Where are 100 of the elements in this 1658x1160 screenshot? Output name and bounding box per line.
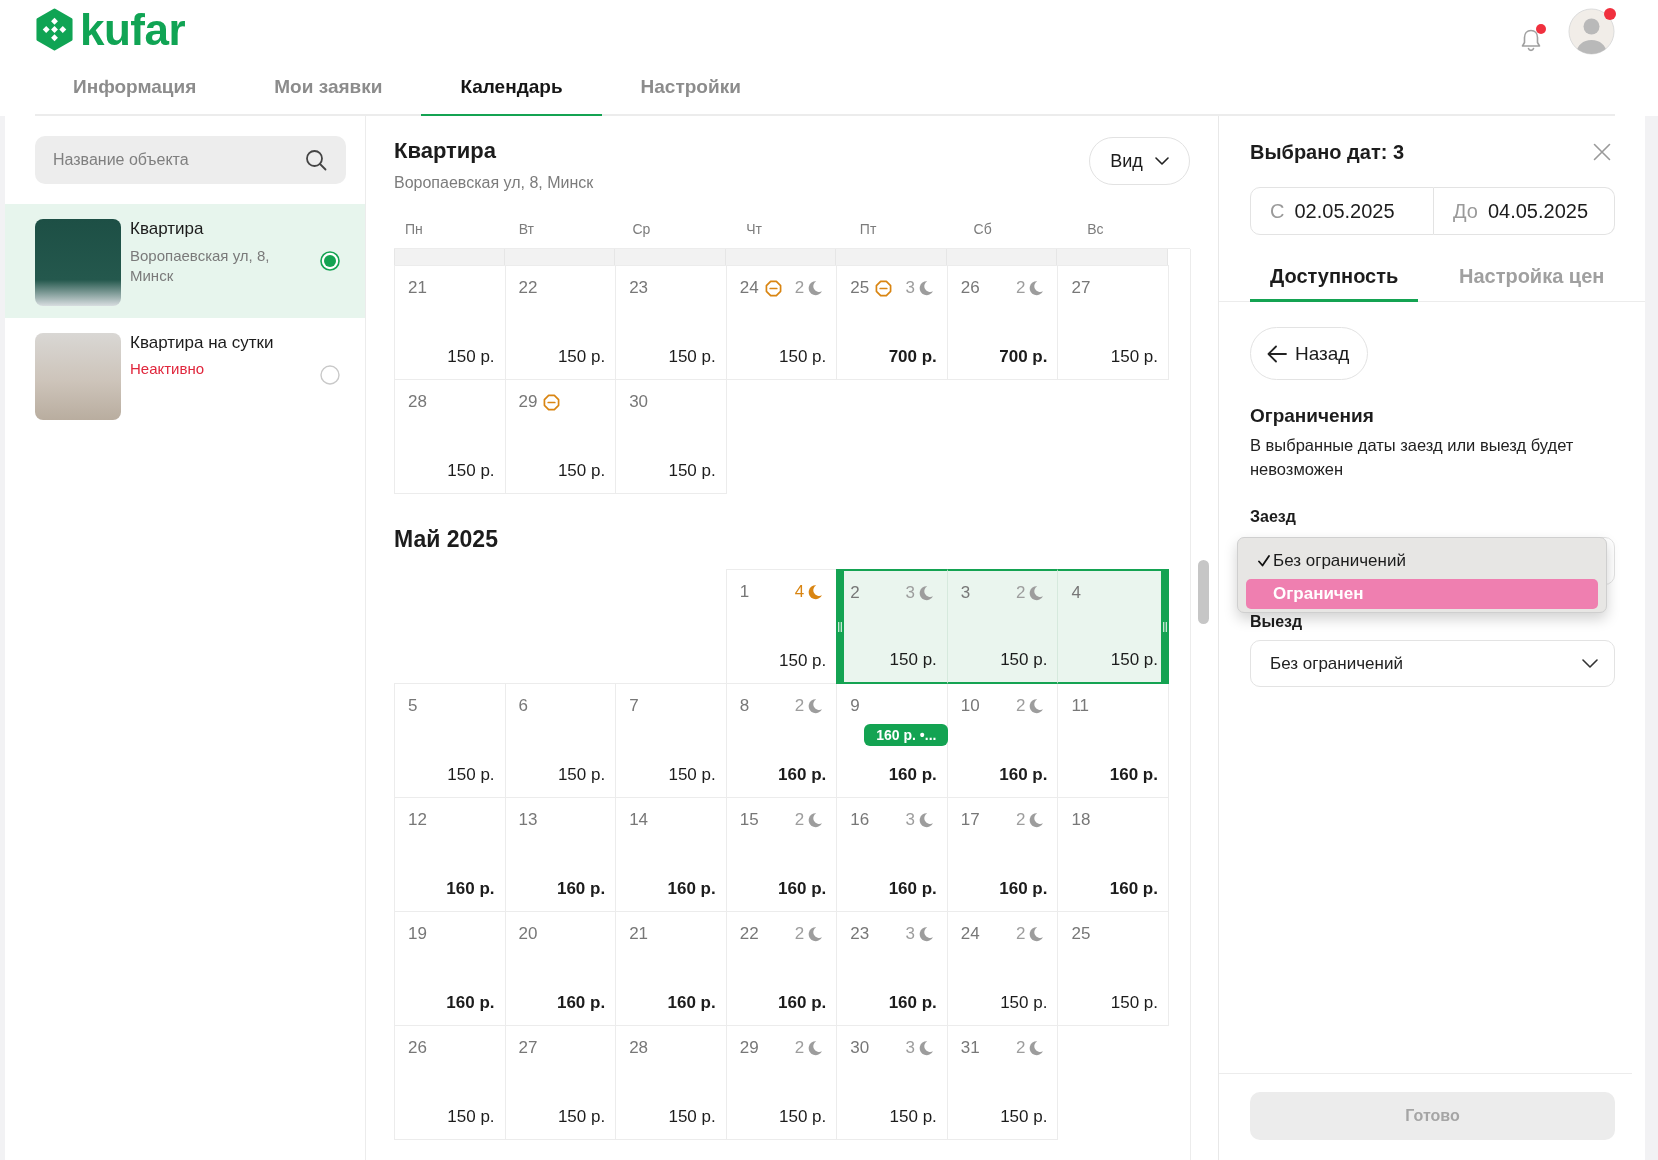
min-nights-count: 2 <box>1015 809 1026 831</box>
radio-button[interactable] <box>320 251 340 271</box>
day-number: 13 <box>518 809 538 831</box>
day-price: 150 р. <box>557 1106 606 1128</box>
min-nights-count: 2 <box>794 809 805 831</box>
min-nights-count: 3 <box>905 923 915 945</box>
profile-avatar[interactable] <box>1568 8 1615 55</box>
min-nights-count: 4 <box>794 581 805 603</box>
range-handle[interactable] <box>836 569 845 684</box>
day-number: 29 <box>518 391 538 413</box>
search-field[interactable]: Название объекта <box>35 136 346 184</box>
weekday-label: Пн <box>404 220 424 239</box>
weekday-label: Пт <box>858 220 878 239</box>
day-price: 150 р. <box>668 346 716 368</box>
calendar-day-cell[interactable]: 26 150 р. <box>394 1025 506 1140</box>
day-number: 3 <box>960 582 971 604</box>
day-price: 150 р. <box>447 460 495 482</box>
day-number: 28 <box>408 391 427 413</box>
property-title: Квартира <box>394 137 498 165</box>
calendar-day-cell[interactable]: 24 2 150 р. <box>725 265 838 380</box>
day-number: 1 <box>739 581 750 603</box>
day-price: 150 р. <box>1110 346 1158 368</box>
min-nights-count: 3 <box>905 809 915 831</box>
day-number: 26 <box>408 1037 427 1059</box>
moon-icon <box>807 1040 824 1056</box>
day-price: 150 р. <box>779 1106 827 1128</box>
day-number: 27 <box>1071 277 1091 299</box>
day-price: 150 р. <box>1000 992 1048 1014</box>
property-list-item[interactable]: Квартира Воропаевская ул, 8, Минск <box>5 204 365 318</box>
logo-icon[interactable] <box>35 8 74 51</box>
back-button[interactable]: Назад <box>1250 327 1369 380</box>
day-number: 4 <box>1071 582 1081 604</box>
day-price: 150 р. <box>668 1106 716 1128</box>
day-number: 26 <box>960 277 980 299</box>
min-nights-count: 3 <box>905 277 915 299</box>
date-prefix-label: До <box>1453 199 1478 223</box>
calendar-day-cell[interactable]: 5 150 р. <box>394 683 506 798</box>
moon-icon <box>1028 698 1045 714</box>
day-price: 700 р. <box>999 346 1048 368</box>
chevron-down-icon <box>1154 157 1169 165</box>
day-price: 150 р. <box>779 650 827 672</box>
checkin-label: Заезд <box>1250 507 1296 527</box>
calendar-day-cell[interactable]: 4 150 р. <box>1057 569 1169 684</box>
calendar-day-cell[interactable]: 26 2 700 р. <box>946 265 1059 380</box>
moon-icon <box>1028 280 1045 296</box>
calendar-day-cell[interactable]: 1 4 150 р. <box>725 569 838 684</box>
range-handle[interactable] <box>1161 569 1169 684</box>
day-number: 2 <box>850 582 860 604</box>
panel-title: Выбрано дат: 3 <box>1250 140 1405 165</box>
chevron-down-icon <box>1582 659 1598 668</box>
min-nights-count: 2 <box>1015 1037 1026 1059</box>
calendar-day-cell[interactable]: 21 150 р. <box>394 265 506 380</box>
moon-icon <box>807 280 824 296</box>
calendar-day-cell[interactable]: 2 3 150 р. <box>836 569 948 684</box>
no-entry-icon <box>764 279 782 297</box>
day-number: 23 <box>629 277 649 299</box>
end-date-field[interactable]: До 04.05.2025 <box>1434 187 1615 235</box>
panel-tab[interactable]: Доступность <box>1250 250 1419 302</box>
close-icon[interactable] <box>1593 143 1611 161</box>
scrollbar-thumb[interactable] <box>1198 560 1209 624</box>
day-price: 160 р. <box>446 992 495 1014</box>
moon-icon <box>807 812 824 828</box>
day-number: 20 <box>518 923 538 945</box>
radio-button[interactable] <box>320 365 340 385</box>
date-value: 04.05.2025 <box>1487 199 1588 223</box>
property-list-item[interactable]: Квартира на сутки Неактивно <box>5 318 365 432</box>
day-number: 18 <box>1071 809 1091 831</box>
menu-option[interactable]: Без ограничений <box>1246 545 1598 577</box>
search-icon[interactable] <box>305 149 327 171</box>
min-nights-count: 2 <box>1015 582 1026 604</box>
weekday-label: Ср <box>631 220 652 239</box>
moon-icon <box>917 585 934 601</box>
day-price: 160 р. <box>556 992 606 1014</box>
calendar-day-cell[interactable]: 31 2 150 р. <box>946 1025 1059 1140</box>
calendar-day-cell[interactable]: 30 150 р. <box>615 379 727 494</box>
view-button[interactable]: Вид <box>1089 137 1190 185</box>
property-title: Квартира на сутки <box>130 333 275 353</box>
calendar-day-cell[interactable]: 28 150 р. <box>394 379 506 494</box>
day-price: 150 р. <box>447 764 495 786</box>
day-price: 150 р. <box>557 346 606 368</box>
day-number: 8 <box>739 695 750 717</box>
weekday-label: Вс <box>1086 220 1105 239</box>
calendar-day-cell[interactable]: 25 150 р. <box>1057 911 1169 1026</box>
day-number: 21 <box>629 923 649 945</box>
moon-icon <box>1028 585 1045 601</box>
day-number: 19 <box>408 923 427 945</box>
day-price: 160 р. <box>667 992 716 1014</box>
day-price: 160 р. <box>1109 764 1158 786</box>
day-price: 160 р. <box>667 878 716 900</box>
day-number: 9 <box>850 695 860 717</box>
day-price: 150 р. <box>779 346 827 368</box>
day-number: 31 <box>960 1037 980 1059</box>
bell-icon[interactable] <box>1519 27 1543 53</box>
start-date-field[interactable]: С 02.05.2025 <box>1250 187 1434 235</box>
calendar-day-cell[interactable]: 25 3 700 р. <box>836 265 948 380</box>
day-price: 150 р. <box>668 460 716 482</box>
calendar-day-cell[interactable]: 27 150 р. <box>1057 265 1169 380</box>
day-number: 22 <box>739 923 759 945</box>
calendar-day-cell[interactable]: 3 2 150 р. <box>946 569 1059 684</box>
checkout-select[interactable]: Без ограничений <box>1250 640 1615 687</box>
